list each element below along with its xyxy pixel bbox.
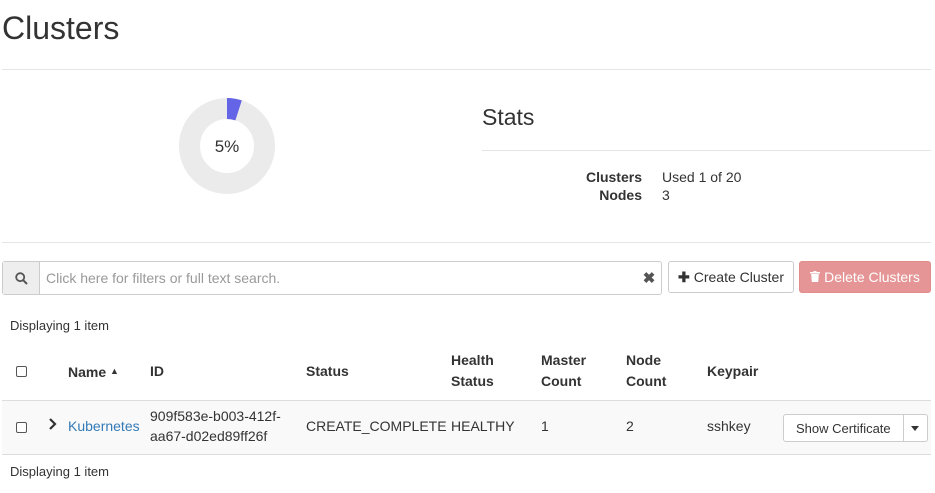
caret-down-icon <box>911 425 920 431</box>
cluster-node-count-cell: 2 <box>626 418 634 434</box>
header-line: Master <box>541 352 587 368</box>
cluster-health-status-cell: HEALTHY <box>451 418 515 434</box>
page-title: Clusters <box>2 10 120 46</box>
cluster-id-cell: 909f583e-b003-412f- aa67-d02ed89ff26f <box>150 406 281 446</box>
chevron-right-icon[interactable] <box>48 418 57 433</box>
select-all-checkbox[interactable] <box>16 366 27 377</box>
cluster-keypair-cell: sshkey <box>707 418 751 434</box>
id-line: 909f583e-b003-412f- <box>150 408 281 424</box>
stat-row-nodes: Nodes 3 <box>482 187 932 205</box>
stat-label: Nodes <box>599 187 642 203</box>
displaying-count-top: Displaying 1 item <box>10 318 109 333</box>
search-icon[interactable] <box>3 262 40 294</box>
id-line: aa67-d02ed89ff26f <box>150 428 268 444</box>
row-actions-button-group: Show Certificate <box>783 414 928 442</box>
stats-divider <box>482 150 931 151</box>
table-bottom-divider <box>2 454 931 455</box>
column-header-name[interactable]: Name ▲ <box>68 361 119 383</box>
delete-clusters-button[interactable]: Delete Clusters <box>799 261 931 293</box>
cluster-name-link[interactable]: Kubernetes <box>68 416 140 436</box>
sort-ascending-icon: ▲ <box>110 366 119 376</box>
cluster-status-cell: CREATE_COMPLETE <box>306 418 447 434</box>
stat-label: Clusters <box>585 169 642 185</box>
create-cluster-label: Create Cluster <box>693 269 784 285</box>
displaying-count-bottom: Displaying 1 item <box>10 464 109 479</box>
column-header-name-label: Name <box>68 364 107 380</box>
stats-section-divider <box>2 242 931 243</box>
clear-search-icon[interactable]: ✖ <box>637 262 661 294</box>
quota-percent-label: 5% <box>214 137 240 156</box>
column-header-master-count[interactable]: Master Count <box>541 350 586 392</box>
show-certificate-button[interactable]: Show Certificate <box>783 414 904 442</box>
filter-search-bar: ✖ <box>2 261 662 295</box>
stat-row-clusters: Clusters Used 1 of 20 <box>482 169 932 187</box>
column-header-health-status[interactable]: Health Status <box>451 350 494 392</box>
header-line: Count <box>541 373 582 389</box>
stat-value: 3 <box>662 187 670 203</box>
row-select-checkbox[interactable] <box>16 422 27 433</box>
search-input[interactable] <box>40 262 637 294</box>
stats-title: Stats <box>482 104 535 130</box>
column-header-id[interactable]: ID <box>150 361 164 382</box>
create-cluster-button[interactable]: ✚ Create Cluster <box>668 261 794 293</box>
cluster-master-count-cell: 1 <box>541 418 549 434</box>
stat-value: Used 1 of 20 <box>662 169 742 185</box>
column-header-status[interactable]: Status <box>306 361 349 382</box>
header-line: Status <box>451 373 494 389</box>
column-header-keypair[interactable]: Keypair <box>707 361 758 382</box>
title-divider <box>2 69 931 70</box>
row-actions-dropdown-toggle[interactable] <box>903 414 928 442</box>
delete-clusters-label: Delete Clusters <box>824 269 920 285</box>
header-line: Node <box>626 352 661 368</box>
header-line: Health <box>451 352 494 368</box>
plus-icon: ✚ <box>678 268 690 285</box>
trash-icon <box>810 269 821 285</box>
header-line: Count <box>626 373 667 389</box>
column-header-node-count[interactable]: Node Count <box>626 350 666 392</box>
